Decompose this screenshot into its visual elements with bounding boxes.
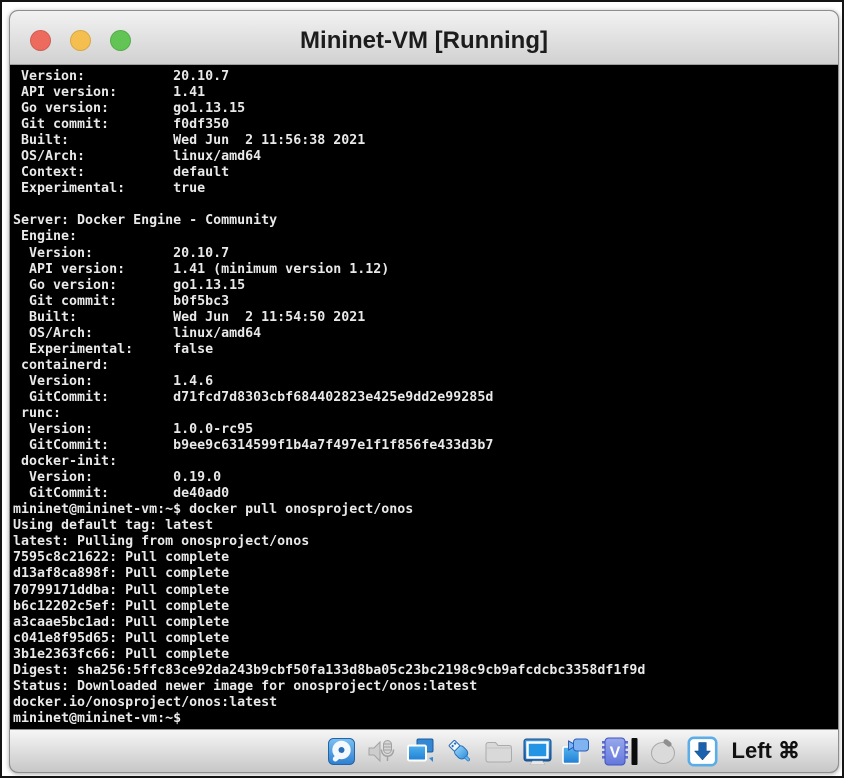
display-icon[interactable] (522, 736, 553, 767)
keyboard-capture-icon[interactable] (687, 736, 718, 767)
minimize-button[interactable] (70, 30, 91, 51)
network-icon[interactable] (405, 736, 436, 767)
recording-icon[interactable] (561, 736, 592, 767)
shared-folders-icon[interactable] (483, 736, 514, 767)
titlebar[interactable]: Mininet-VM [Running] (10, 11, 838, 65)
usb-icon[interactable] (444, 736, 475, 767)
virtualization-glyph: V (609, 744, 620, 761)
hard-disk-icon[interactable] (327, 736, 358, 767)
host-key-label: Left ⌘ (732, 738, 800, 764)
audio-icon[interactable] (366, 736, 397, 767)
terminal-output: Version: 20.10.7 API version: 1.41 Go ve… (13, 69, 836, 727)
terminal[interactable]: Version: 20.10.7 API version: 1.41 Go ve… (10, 65, 838, 729)
mouse-integration-icon[interactable] (648, 736, 679, 767)
zoom-button[interactable] (110, 30, 131, 51)
virtualbox-vm-window: Mininet-VM [Running] Version: 20.10.7 AP… (9, 10, 839, 773)
window-title: Mininet-VM [Running] (10, 11, 838, 64)
close-button[interactable] (30, 30, 51, 51)
virtualization-icon[interactable]: V (600, 736, 640, 767)
statusbar: V Left ⌘ (10, 729, 838, 772)
traffic-lights (10, 30, 131, 51)
screenshot-frame: Mininet-VM [Running] Version: 20.10.7 AP… (0, 0, 844, 778)
